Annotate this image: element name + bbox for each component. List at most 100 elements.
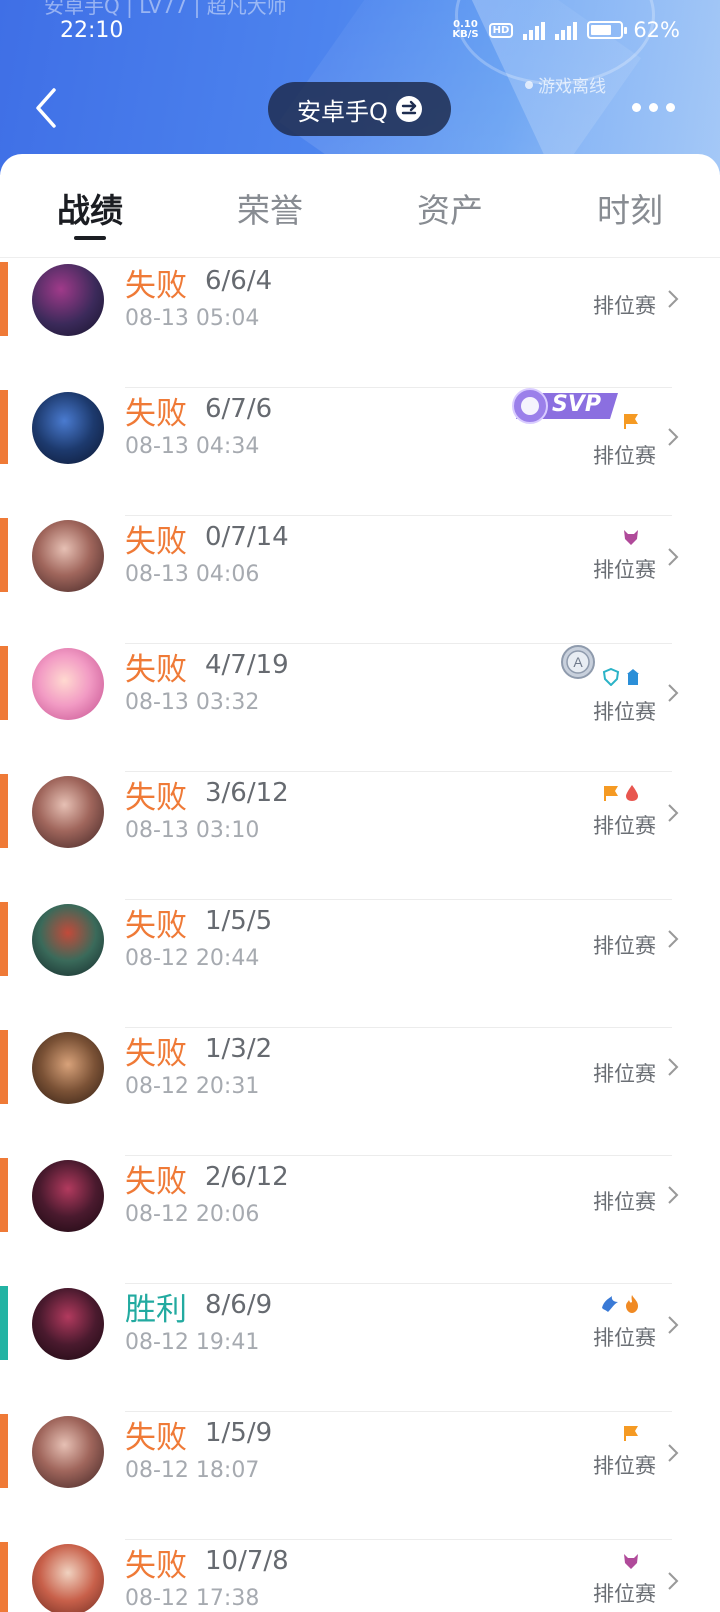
result-indicator [0, 646, 8, 720]
match-row[interactable]: 失败 1/5/5 08-12 20:44 排位赛 [0, 900, 720, 1028]
match-kda: 4/7/19 [205, 650, 289, 680]
match-mode: 排位赛 [593, 558, 656, 582]
rank-a-icon: A [561, 645, 595, 679]
net-speed: 0.10 KB/S [452, 19, 479, 40]
blood-drop-icon [626, 785, 638, 801]
match-time: 08-12 19:41 [125, 1330, 260, 1355]
match-time: 08-12 20:06 [125, 1202, 260, 1227]
match-kda: 1/5/5 [205, 906, 273, 936]
champion-avatar [32, 1032, 104, 1104]
match-kda: 0/7/14 [205, 522, 289, 552]
chevron-right-icon [668, 1186, 679, 1204]
faded-title: 安卓手Q | LV77 | 超凡大师 [44, 0, 287, 18]
champion-avatar [32, 648, 104, 720]
match-result: 失败 [125, 1420, 187, 1456]
match-result: 失败 [125, 396, 187, 432]
match-time: 08-12 18:07 [125, 1458, 260, 1483]
offline-status: 游戏离线 [525, 72, 606, 97]
match-mode: 排位赛 [593, 294, 656, 318]
match-kda: 8/6/9 [205, 1290, 273, 1320]
chevron-right-icon [668, 1316, 679, 1334]
chevron-right-icon [668, 930, 679, 948]
fire-icon [626, 1295, 638, 1313]
status-dot [525, 80, 533, 89]
signal-icon [523, 20, 546, 40]
chevron-right-icon [668, 1444, 679, 1462]
match-time: 08-12 17:38 [125, 1586, 260, 1611]
result-indicator [0, 1158, 8, 1232]
match-row[interactable]: 失败 10/7/8 08-12 17:38 排位赛 [0, 1540, 720, 1612]
battery-percent: 62% [633, 18, 680, 42]
tab-assets[interactable]: 资产 [390, 184, 510, 232]
match-kda: 1/3/2 [205, 1034, 273, 1064]
match-result: 失败 [125, 908, 187, 944]
result-indicator [0, 1542, 8, 1612]
champion-avatar [32, 904, 104, 976]
active-tab-indicator [74, 236, 106, 240]
champion-avatar [32, 392, 104, 464]
account-title: 安卓手Q [297, 97, 388, 126]
match-mode: 排位赛 [593, 1190, 656, 1214]
flag-icon [624, 414, 638, 429]
result-indicator [0, 518, 8, 592]
chevron-right-icon [668, 684, 679, 702]
match-mode: 排位赛 [593, 1582, 656, 1606]
match-time: 08-13 04:34 [125, 434, 260, 459]
match-mode: 排位赛 [593, 814, 656, 838]
match-kda: 3/6/12 [205, 778, 289, 808]
champion-avatar [32, 520, 104, 592]
match-row[interactable]: 失败 3/6/12 08-13 03:10 排位赛 [0, 772, 720, 900]
match-row[interactable]: 失败 1/5/9 08-12 18:07 排位赛 [0, 1412, 720, 1540]
dragon-icon [602, 1296, 618, 1312]
match-mode: 排位赛 [593, 1326, 656, 1350]
back-button[interactable] [30, 84, 66, 132]
flag-icon [604, 786, 618, 801]
match-time: 08-12 20:31 [125, 1074, 260, 1099]
match-kda: 10/7/8 [205, 1546, 289, 1576]
svp-badge: SVP [510, 388, 622, 424]
match-result: 失败 [125, 268, 187, 304]
chevron-right-icon [668, 1058, 679, 1076]
svg-text:A: A [573, 654, 583, 670]
flag-icon [624, 1426, 638, 1441]
match-result: 失败 [125, 1548, 187, 1584]
result-indicator [0, 902, 8, 976]
chevron-right-icon [668, 290, 679, 308]
match-mode: 排位赛 [593, 444, 656, 468]
match-row[interactable]: 失败 0/7/14 08-13 04:06 排位赛 [0, 516, 720, 644]
more-icon [632, 103, 641, 112]
back-icon [36, 88, 56, 128]
match-row[interactable]: 失败 1/3/2 08-12 20:31 排位赛 [0, 1028, 720, 1156]
more-button[interactable] [632, 103, 675, 112]
match-result: 失败 [125, 780, 187, 816]
match-row[interactable]: 失败 6/6/4 08-13 05:04 排位赛 [0, 260, 720, 388]
match-time: 08-13 05:04 [125, 306, 260, 331]
demon-icon [624, 1554, 638, 1569]
tab-moments[interactable]: 时刻 [570, 184, 690, 232]
match-row[interactable]: 胜利 8/6/9 08-12 19:41 排位赛 [0, 1284, 720, 1412]
match-time: 08-12 20:44 [125, 946, 260, 971]
match-result: 失败 [125, 1036, 187, 1072]
match-row[interactable]: 失败 6/7/6 08-13 04:34 SVP 排位赛 [0, 388, 720, 516]
match-row[interactable]: 失败 2/6/12 08-12 20:06 排位赛 [0, 1156, 720, 1284]
tab-honor[interactable]: 荣誉 [210, 184, 330, 232]
account-switcher[interactable]: 安卓手Q [268, 82, 451, 136]
match-time: 08-13 03:10 [125, 818, 260, 843]
match-kda: 6/7/6 [205, 394, 273, 424]
result-indicator [0, 774, 8, 848]
champion-avatar [32, 1288, 104, 1360]
tab-record[interactable]: 战绩 [30, 184, 150, 240]
match-mode: 排位赛 [593, 1454, 656, 1478]
swap-icon [395, 96, 422, 122]
hd-icon: HD [488, 22, 514, 38]
header: 安卓手Q | LV77 | 超凡大师 22:10 0.10 KB/S HD 62… [0, 0, 720, 175]
match-time: 08-13 03:32 [125, 690, 260, 715]
chevron-right-icon [668, 428, 679, 446]
champion-avatar [32, 264, 104, 336]
result-indicator [0, 1414, 8, 1488]
match-kda: 1/5/9 [205, 1418, 273, 1448]
match-mode: 排位赛 [593, 700, 656, 724]
match-mode: 排位赛 [593, 1062, 656, 1086]
match-row[interactable]: 失败 4/7/19 08-13 03:32 A 排位赛 [0, 644, 720, 772]
match-mode: 排位赛 [593, 934, 656, 958]
